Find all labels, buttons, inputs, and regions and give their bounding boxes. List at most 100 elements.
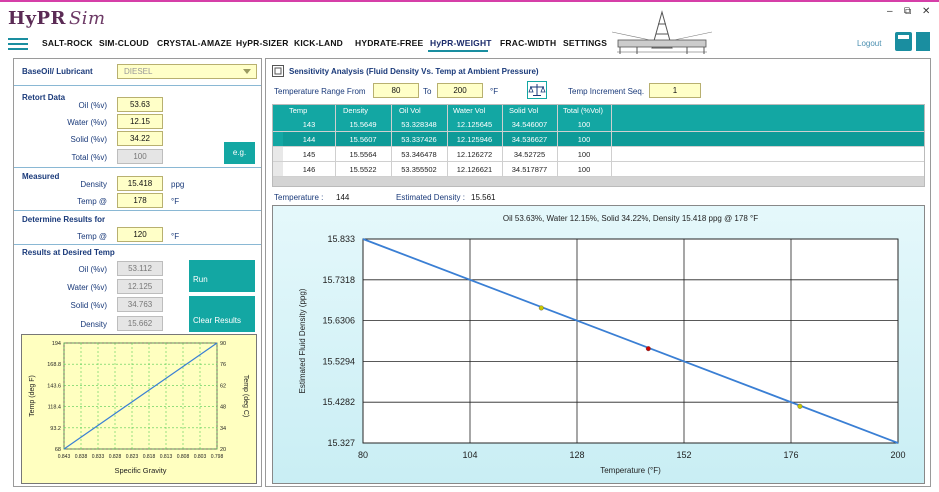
cell-water-vol: 12.125645 xyxy=(456,120,493,129)
x-tick-label: 128 xyxy=(569,450,584,460)
menu-item-hypr-weight[interactable]: HyPR-WEIGHT xyxy=(430,38,492,48)
oil-input[interactable]: 53.63 xyxy=(117,97,163,112)
base-oil-select[interactable]: DIESEL xyxy=(117,64,257,79)
app-logo: HyPR Sim xyxy=(8,8,106,29)
x-tick-label: 200 xyxy=(890,450,905,460)
sg-y-left-tick-label: 168.8 xyxy=(47,362,61,368)
y-tick-label: 15.327 xyxy=(327,438,355,448)
table-row[interactable]: 145 15.5564 53.346478 12.126272 34.52725… xyxy=(273,147,924,162)
menu-item-salt-rock[interactable]: SALT-ROCK xyxy=(42,38,93,48)
sensitivity-table: Temp Density Oil Vol Water Vol Solid Vol… xyxy=(272,104,925,187)
table-horizontal-scrollbar[interactable] xyxy=(273,177,924,186)
sg-x-tick-label: 0.843 xyxy=(58,454,71,460)
active-menu-indicator xyxy=(428,50,488,52)
increment-input[interactable]: 1 xyxy=(649,83,701,98)
specific-gravity-chart: 0.843 0.838 0.833 0.828 0.823 0.818 0.813 0.808… xyxy=(21,334,257,484)
restore-button[interactable]: ⧉ xyxy=(904,6,911,17)
sg-y-left-tick-label: 68 xyxy=(55,447,61,453)
solid-input[interactable]: 34.22 xyxy=(117,131,163,146)
cell-temp: 144 xyxy=(302,135,316,144)
close-button[interactable]: ✕ xyxy=(922,6,930,17)
increment-label: Temp Increment Seq. xyxy=(568,87,645,96)
run-button[interactable]: Run xyxy=(189,260,255,292)
cell-solid-vol: 34.517877 xyxy=(511,165,548,174)
table-row[interactable]: 146 15.5522 53.355502 12.126621 34.51787… xyxy=(273,162,924,177)
calculator-icon[interactable] xyxy=(895,32,912,51)
divider xyxy=(14,244,261,245)
y-tick-label: 15.6306 xyxy=(322,316,355,326)
sg-x-tick-label: 0.813 xyxy=(160,454,173,460)
sensitivity-panel: Sensitivity Analysis (Fluid Density Vs. … xyxy=(265,58,931,487)
cell-solid-vol: 34.52725 xyxy=(513,150,546,159)
balance-scale-icon[interactable] xyxy=(527,81,547,99)
table-row[interactable]: 144 15.5607 53.337426 12.125946 34.53662… xyxy=(273,132,924,147)
sg-x-tick-label: 0.823 xyxy=(126,454,139,460)
sg-x-tick-label: 0.798 xyxy=(211,454,224,460)
col-oil-vol: Oil Vol xyxy=(399,106,421,115)
expand-icon[interactable] xyxy=(272,65,284,77)
r-solid-field: 34.763 xyxy=(117,297,163,312)
table-row[interactable]: 143 15.5649 53.328348 12.125645 34.54600… xyxy=(273,117,924,132)
menu-item-hydrate-free[interactable]: HYDRATE-FREE xyxy=(355,38,423,48)
input-panel: BaseOil/ Lubricant DIESEL Retort Data Oi… xyxy=(13,58,262,487)
col-temp: Temp xyxy=(289,106,308,115)
chart-title: Oil 53.63%, Water 12.15%, Solid 34.22%, … xyxy=(503,214,758,223)
sg-y-left-label: Temp (deg F) xyxy=(29,375,36,417)
side-panel-icon[interactable] xyxy=(916,32,930,51)
range-from-input[interactable]: 80 xyxy=(373,83,419,98)
range-from-label: Temperature Range From xyxy=(274,87,366,96)
sg-x-tick-label: 0.828 xyxy=(109,454,122,460)
menu-item-sim-cloud[interactable]: SIM-CLOUD xyxy=(99,38,149,48)
range-to-input[interactable]: 200 xyxy=(437,83,483,98)
water-input[interactable]: 12.15 xyxy=(117,114,163,129)
row-header xyxy=(273,147,283,161)
minimize-button[interactable]: – xyxy=(887,6,893,17)
sg-x-axis-label: Specific Gravity xyxy=(114,466,166,475)
cell-total: 100 xyxy=(577,150,591,159)
cell-solid-vol: 34.546007 xyxy=(511,120,548,129)
cell-total: 100 xyxy=(577,165,591,174)
det-temp-label: Temp @ xyxy=(77,232,107,241)
row-header xyxy=(273,132,283,146)
det-temp-input[interactable]: 120 xyxy=(117,227,163,242)
menu-item-frac-width[interactable]: FRAC-WIDTH xyxy=(500,38,556,48)
logo-sub-text: Sim xyxy=(68,8,106,29)
temp-input[interactable]: 178 xyxy=(117,193,163,208)
status-temp-label: Temperature : xyxy=(274,193,324,202)
sg-x-tick-label: 0.808 xyxy=(177,454,190,460)
hamburger-menu-icon[interactable] xyxy=(8,38,28,50)
cell-density: 15.5564 xyxy=(349,150,377,159)
total-field: 100 xyxy=(117,149,163,164)
density-input[interactable]: 15.418 xyxy=(117,176,163,191)
cell-oil-vol: 53.355502 xyxy=(401,165,437,174)
title-bar: HyPR Sim – ⧉ ✕ xyxy=(0,2,939,54)
sg-y-right-tick-label: 48 xyxy=(220,405,226,411)
sg-y-right-label: Temp (deg C) xyxy=(242,375,249,417)
menu-item-hypr-sizer[interactable]: HyPR-SIZER xyxy=(236,38,289,48)
sg-y-left-tick-label: 143.6 xyxy=(47,383,61,389)
chevron-down-icon xyxy=(243,69,251,74)
status-temp-value: 144 xyxy=(336,193,350,202)
determine-title: Determine Results for xyxy=(22,215,106,224)
x-tick-label: 80 xyxy=(358,450,368,460)
column-divider xyxy=(335,105,336,186)
cell-density: 15.5607 xyxy=(349,135,377,144)
example-button[interactable]: e.g. xyxy=(224,142,255,164)
r-oil-field: 53.112 xyxy=(117,261,163,276)
status-density-label: Estimated Density : xyxy=(396,193,465,202)
column-divider xyxy=(557,105,558,186)
clear-results-button[interactable]: Clear Results xyxy=(189,296,255,332)
sg-x-tick-label: 0.838 xyxy=(75,454,88,460)
col-water-vol: Water Vol xyxy=(453,106,486,115)
sg-y-right-tick-label: 90 xyxy=(220,341,226,347)
cell-total: 100 xyxy=(577,135,591,144)
r-density-field: 15.662 xyxy=(117,316,163,331)
menu-item-crystal-amaze[interactable]: CRYSTAL-AMAZE xyxy=(157,38,232,48)
main-chart-svg: Oil 53.63%, Water 12.15%, Solid 34.22%, … xyxy=(298,214,906,475)
range-to-label: To xyxy=(423,87,432,96)
cell-oil-vol: 53.328348 xyxy=(401,120,437,129)
menu-item-settings[interactable]: SETTINGS xyxy=(563,38,607,48)
logout-link[interactable]: Logout xyxy=(857,39,881,48)
row-header xyxy=(273,117,283,131)
menu-item-kick-land[interactable]: KICK-LAND xyxy=(294,38,343,48)
